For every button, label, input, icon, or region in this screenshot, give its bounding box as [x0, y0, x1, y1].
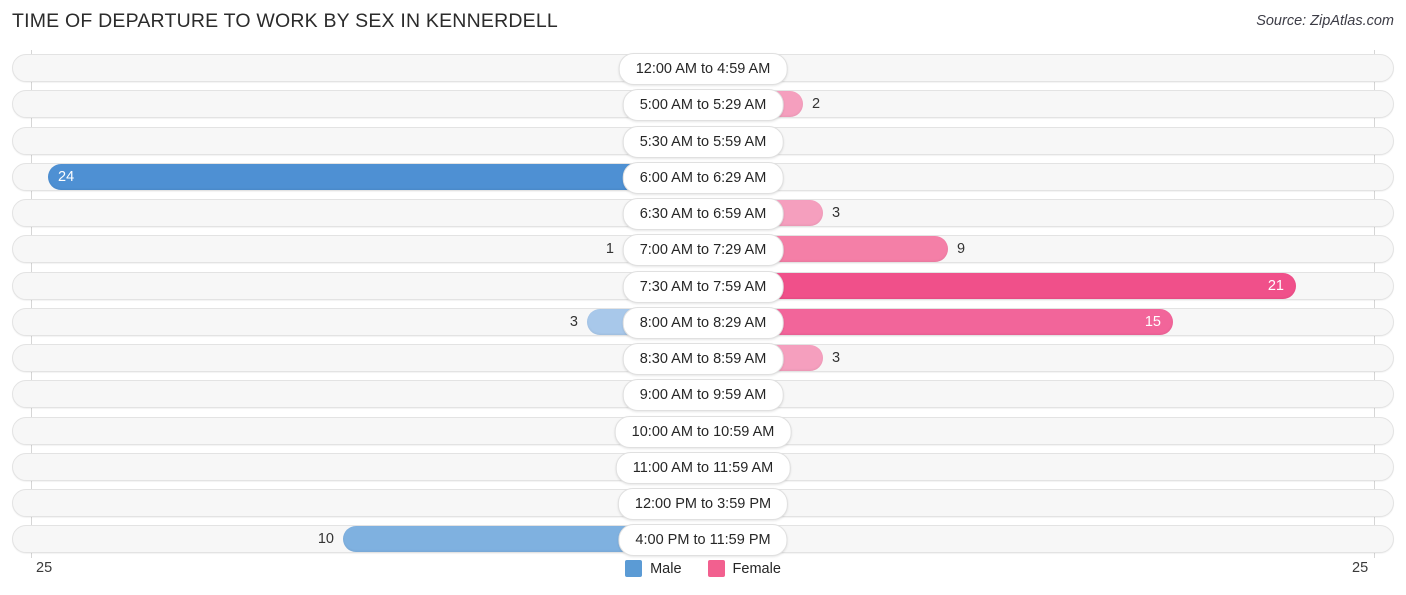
chart-row: 0011:00 AM to 11:59 AM — [0, 449, 1406, 485]
male-half: 0 — [12, 380, 703, 408]
category-label: 5:30 AM to 5:59 AM — [622, 125, 784, 158]
legend-swatch-male — [625, 560, 643, 577]
source-label: Source: ZipAtlas.com — [1256, 13, 1394, 29]
female-half: 0 — [703, 127, 1394, 155]
female-value-label: 9 — [957, 241, 966, 258]
male-half: 0 — [12, 272, 703, 300]
female-half: 3 — [703, 199, 1394, 227]
female-value-label: 15 — [1144, 313, 1161, 330]
chart-header: TIME OF DEPARTURE TO WORK BY SEX IN KENN… — [0, 0, 1406, 44]
male-value-label: 3 — [569, 313, 578, 330]
chart-row: 1 9 7:00 AM to 7:29 AM — [0, 231, 1406, 267]
category-label: 7:30 AM to 7:59 AM — [622, 270, 784, 303]
chart-row: 0 3 8:30 AM to 8:59 AM — [0, 340, 1406, 376]
male-half: 0 — [12, 90, 703, 118]
male-half: 0 — [12, 127, 703, 155]
female-value-label: 21 — [1267, 277, 1284, 294]
male-half: 10 — [12, 525, 703, 553]
category-label: 11:00 AM to 11:59 AM — [615, 451, 791, 484]
female-half: 0 — [703, 380, 1394, 408]
male-half: 0 — [12, 489, 703, 517]
male-value-label: 1 — [605, 241, 614, 258]
male-half: 0 — [12, 453, 703, 481]
category-label: 10:00 AM to 10:59 AM — [614, 415, 792, 448]
male-half: 0 — [12, 417, 703, 445]
chart-row: 0010:00 AM to 10:59 AM — [0, 413, 1406, 449]
female-half: 0 — [703, 163, 1394, 191]
female-half: 21 — [703, 272, 1394, 300]
male-half: 0 — [12, 199, 703, 227]
legend-label-female: Female — [732, 560, 781, 577]
male-half: 1 — [12, 235, 703, 263]
chart-plot-area: 0012:00 AM to 4:59 AM025:00 AM to 5:29 A… — [0, 50, 1406, 558]
category-label: 6:30 AM to 6:59 AM — [622, 198, 784, 230]
category-label: 8:00 AM to 8:29 AM — [622, 306, 784, 339]
female-half: 0 — [703, 489, 1394, 517]
chart-row: 0012:00 AM to 4:59 AM — [0, 50, 1406, 86]
chart-row: 0012:00 PM to 3:59 PM — [0, 485, 1406, 521]
female-half: 0 — [703, 54, 1394, 82]
female-half: 3 — [703, 344, 1394, 372]
category-label: 8:30 AM to 8:59 AM — [622, 343, 784, 375]
category-label: 5:00 AM to 5:29 AM — [622, 89, 784, 122]
category-label: 12:00 PM to 3:59 PM — [617, 488, 789, 520]
category-label: 4:00 PM to 11:59 PM — [618, 524, 788, 557]
male-bar[interactable]: 24 — [48, 163, 703, 190]
male-half: 3 — [12, 308, 703, 336]
chart-row: 10 04:00 PM to 11:59 PM — [0, 521, 1406, 557]
chart-rows: 0012:00 AM to 4:59 AM025:00 AM to 5:29 A… — [0, 50, 1406, 558]
legend-item-male[interactable]: Male — [625, 560, 682, 577]
chart-row: 005:30 AM to 5:59 AM — [0, 123, 1406, 159]
female-half: 2 — [703, 90, 1394, 118]
category-label: 7:00 AM to 7:29 AM — [622, 234, 784, 267]
female-value-label: 2 — [812, 96, 821, 113]
male-half: 24 — [12, 163, 703, 191]
male-half: 0 — [12, 54, 703, 82]
category-label: 9:00 AM to 9:59 AM — [622, 379, 784, 412]
female-half: 9 — [703, 235, 1394, 263]
chart-row: 0 21 7:30 AM to 7:59 AM — [0, 268, 1406, 304]
legend-swatch-female — [707, 560, 725, 577]
female-half: 0 — [703, 453, 1394, 481]
female-bar[interactable]: 21 — [703, 272, 1296, 299]
category-label: 6:00 AM to 6:29 AM — [622, 161, 784, 194]
male-value-label: 10 — [317, 531, 334, 548]
chart-row: 3 15 8:00 AM to 8:29 AM — [0, 304, 1406, 340]
female-value-label: 3 — [832, 350, 841, 366]
chart-legend: Male Female — [0, 560, 1406, 577]
category-label: 12:00 AM to 4:59 AM — [618, 53, 788, 85]
female-half: 0 — [703, 525, 1394, 553]
female-half: 15 — [703, 308, 1394, 336]
male-value-label: 24 — [58, 168, 75, 185]
male-half: 0 — [12, 344, 703, 372]
female-value-label: 3 — [832, 205, 841, 221]
female-half: 0 — [703, 417, 1394, 445]
chart-row: 0 2 5:00 AM to 5:29 AM — [0, 86, 1406, 122]
legend-item-female[interactable]: Female — [707, 560, 781, 577]
chart-row: 009:00 AM to 9:59 AM — [0, 376, 1406, 412]
chart-row: 0 3 6:30 AM to 6:59 AM — [0, 195, 1406, 231]
chart-row: 24 06:00 AM to 6:29 AM — [0, 159, 1406, 195]
page-title: TIME OF DEPARTURE TO WORK BY SEX IN KENN… — [12, 10, 558, 32]
legend-label-male: Male — [650, 560, 682, 577]
